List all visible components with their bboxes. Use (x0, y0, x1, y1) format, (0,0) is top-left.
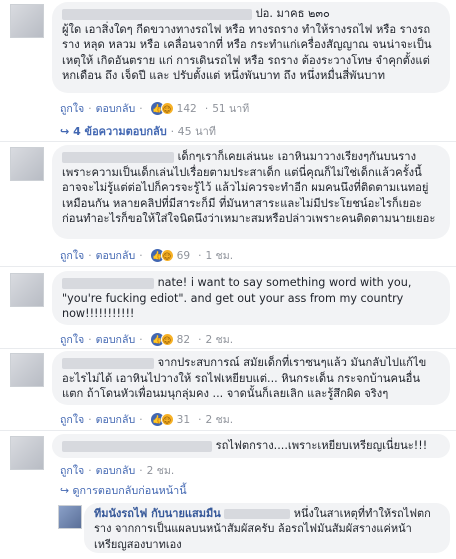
avatar[interactable] (10, 353, 44, 387)
comment-text: รถไฟตกราง....เพราะเหยียบเหรียญเนี่ยนะ!!! (215, 439, 428, 452)
reply-link[interactable]: ตอบกลับ (96, 100, 136, 117)
comment-bubble: จากประสบการณ์ สมัยเด็กที่เราซนๆแล้ว มันก… (52, 351, 450, 405)
reply-arrow-icon: ↪ (60, 484, 70, 497)
comment-bubble: nate! i want to say something word with … (52, 271, 450, 325)
replies-count: 4 ข้อความตอบกลับ (73, 125, 167, 138)
comment-actions: ถูกใจ · ตอบกลับ · 👍 ☺ 31 · 2 ชม. (60, 411, 233, 428)
comment-actions: ถูกใจ · ตอบกลับ · 2 ชม. (60, 462, 174, 479)
reactions[interactable]: 👍 ☺ 69 (150, 249, 191, 262)
comment-time[interactable]: 2 ชม. (205, 411, 233, 428)
laugh-icon: ☺ (160, 249, 174, 262)
reply-link[interactable]: ตอบกลับ (96, 247, 136, 264)
reaction-count: 82 (176, 333, 191, 346)
reply-link[interactable]: ตอบกลับ (96, 331, 136, 348)
tagged-name[interactable] (224, 509, 291, 519)
comment-text: ผู้ใด เอาสิ่งใดๆ กีดขวางทางรถไฟ หรือ ทาง… (62, 22, 432, 83)
like-link[interactable]: ถูกใจ (60, 247, 84, 264)
previous-replies-label: ดูการตอบกลับก่อนหน้านี้ (72, 484, 187, 497)
reply-bubble: ทีมนังรถไฟ กับนายแสมมืน หนึ่งในสาเหตุที่… (84, 503, 450, 553)
comment-bubble: รถไฟตกราง....เพราะเหยียบเหรียญเนี่ยนะ!!! (52, 434, 450, 458)
comment-time[interactable]: 2 ชม. (205, 331, 233, 348)
comment-date: ปอ. มาคธ ๒๓๐ (255, 7, 330, 20)
comment-actions: ถูกใจ · ตอบกลับ · 👍 ☺ 82 · 2 ชม. (60, 331, 233, 348)
comment-actions: ถูกใจ · ตอบกลับ · 👍 ☺ 142 · 51 นาที (60, 100, 249, 117)
reply-link[interactable]: ตอบกลับ (96, 462, 136, 479)
avatar[interactable] (10, 436, 44, 470)
author-name[interactable] (62, 151, 174, 163)
like-link[interactable]: ถูกใจ (60, 100, 84, 117)
like-link[interactable]: ถูกใจ (60, 462, 84, 479)
comment-time[interactable]: 1 ชม. (205, 247, 233, 264)
reaction-count: 142 (176, 102, 197, 115)
laugh-icon: ☺ (160, 413, 174, 426)
reactions[interactable]: 👍 ☺ 31 (150, 413, 191, 426)
avatar[interactable] (10, 147, 44, 181)
avatar[interactable] (10, 4, 44, 38)
divider (0, 348, 456, 349)
reply-arrow-icon: ↪ (60, 125, 70, 138)
author-name[interactable] (62, 8, 252, 20)
comment-time[interactable]: 2 ชม. (147, 462, 175, 479)
laugh-icon: ☺ (160, 102, 174, 115)
like-link[interactable]: ถูกใจ (60, 411, 84, 428)
divider (0, 141, 456, 142)
reaction-count: 31 (176, 413, 191, 426)
author-name[interactable] (62, 440, 212, 452)
divider (0, 430, 456, 431)
comment-time[interactable]: 51 นาที (212, 100, 249, 117)
view-replies-link[interactable]: ↪ 4 ข้อความตอบกลับ · 45 นาที (60, 122, 216, 140)
view-previous-replies-link[interactable]: ↪ ดูการตอบกลับก่อนหน้านี้ (60, 482, 187, 499)
divider (0, 266, 456, 267)
reply-author-name[interactable]: ทีมนังรถไฟ กับนายแสมมืน (94, 507, 221, 520)
comment-bubble: ปอ. มาคธ ๒๓๐ ผู้ใด เอาสิ่งใดๆ กีดขวางทาง… (52, 2, 450, 93)
author-name[interactable] (62, 357, 154, 369)
reaction-count: 69 (176, 249, 191, 262)
comment-actions: ถูกใจ · ตอบกลับ · 👍 ☺ 69 · 1 ชม. (60, 247, 233, 264)
reply-avatar[interactable] (58, 505, 82, 529)
like-link[interactable]: ถูกใจ (60, 331, 84, 348)
reply-link[interactable]: ตอบกลับ (96, 411, 136, 428)
replies-time: 45 นาที (177, 125, 217, 138)
comment-bubble: เด็กๆเราก็เคยเล่นนะ เอาหินมาวางเรียงๆกัน… (52, 145, 450, 239)
avatar[interactable] (10, 273, 44, 307)
reactions[interactable]: 👍 ☺ 82 (150, 333, 191, 346)
reactions[interactable]: 👍 ☺ 142 (150, 102, 197, 115)
laugh-icon: ☺ (160, 333, 174, 346)
author-name[interactable] (62, 277, 154, 289)
